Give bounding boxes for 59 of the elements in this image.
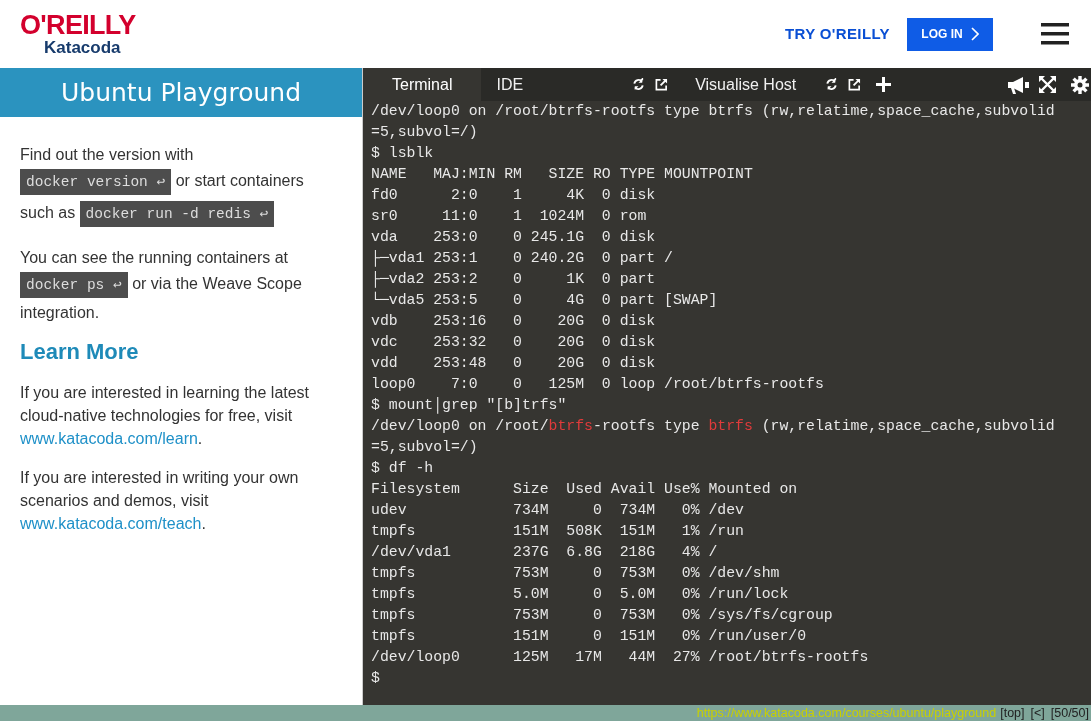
tab[interactable]: IDE — [481, 68, 539, 101]
link[interactable]: www.katacoda.com/teach — [20, 515, 202, 532]
terminal-line: tmpfs 753M 0 753M 0% /dev/shm — [371, 564, 781, 583]
fullscreen-icon[interactable] — [1039, 76, 1056, 93]
add-icon[interactable] — [876, 77, 892, 92]
terminal-line: └─vda5 253:5 0 4G 0 part [SWAP] — [371, 290, 719, 310]
paragraph-text: You can see the running containers at docker ps ↩ or via the Weave Scope integration. — [20, 248, 303, 323]
code-snippet[interactable]: docker run -d redis ↩ — [79, 201, 275, 227]
terminal-line: loop0 7:0 0 125M 0 loop /root/btrfs-rootfs — [371, 375, 825, 394]
login-button[interactable]: LOG IN — [907, 17, 993, 51]
terminal-line: udev 734M 0 734M 0% /dev — [371, 501, 745, 520]
nav-link[interactable]: [<] — [1030, 706, 1045, 720]
external-link-icon[interactable] — [848, 78, 862, 91]
terminal-line: /dev/loop0 125M 17M 44M 27% /root/btrfs-rootfs — [371, 648, 870, 667]
chevron-icon — [970, 27, 979, 41]
nav-link[interactable]: [top] — [1000, 706, 1025, 720]
terminal-line: ├─vda1 253:1 0 240.2G 0 part / — [371, 249, 674, 269]
terminal-line: tmpfs 5.0M 0 5.0M 0% /run/lock — [371, 585, 790, 604]
external-link-icon[interactable] — [655, 78, 669, 91]
terminal-line: $ — [371, 669, 381, 688]
code-snippet[interactable]: docker ps ↩ — [20, 272, 128, 298]
code-snippet[interactable]: docker version ↩ — [20, 169, 172, 195]
paragraph-text: If you are interested in writing your own scenarios and demos, visit www.katacoda.com/teach. — [20, 468, 300, 534]
terminal-line: =5,subvol=/) — [371, 123, 479, 142]
terminal-line: /dev/loop0 on /root/btrfs-rootfs type btrfs (rw,relatime,space_cache,subvolid — [371, 102, 1056, 121]
tab[interactable]: Visualise Host — [680, 68, 812, 101]
terminal-line: $ df -h — [371, 459, 435, 478]
terminal-line: NAME MAJ:MIN RM SIZE RO TYPE MOUNTPOINT — [371, 165, 754, 184]
link[interactable]: www.katacoda.com/learn — [20, 430, 198, 447]
terminal-line: Filesystem Size Used Avail Use% Mounted on — [371, 480, 799, 499]
brand-subtitle: Katacoda — [44, 39, 121, 56]
try-link[interactable]: TRY O'REILLY — [784, 22, 890, 46]
terminal-line: /dev/vda1 237G 6.8G 218G 4% / — [371, 543, 719, 562]
nav-link[interactable]: [50/50] — [1050, 706, 1089, 720]
terminal-line: $ lsblk — [371, 144, 435, 163]
terminal-line: /dev/loop0 on /root/btrfs-rootfs type btrfs (rw,relatime,space_cache,subvolid — [371, 417, 1056, 436]
terminal-line: vdb 253:16 0 20G 0 disk — [371, 312, 657, 331]
terminal-line: vdc 253:32 0 20G 0 disk — [371, 333, 657, 352]
terminal-line: vdd 253:48 0 20G 0 disk — [371, 354, 657, 373]
scenario-title: Ubuntu Playground — [0, 68, 362, 117]
terminal-line: vda 253:0 0 245.1G 0 disk — [371, 228, 657, 247]
paragraph-text: Find out the version with docker version ↩ or start containers such as docker run -d redis ↩ — [20, 143, 326, 230]
terminal-line: tmpfs 151M 0 151M 0% /run/user/0 — [371, 627, 808, 646]
terminal-line: fd0 2:0 1 4K 0 disk — [371, 186, 657, 205]
terminal-line: sr0 11:0 1 1024M 0 rom — [371, 207, 648, 226]
paragraph-text: If you are interested in learning the latest cloud-native technologies for free, visit www.katacoda.com/learn. — [20, 383, 311, 449]
brand-logo[interactable]: O'REILLY — [20, 12, 136, 39]
terminal-line: ├─vda2 253:2 0 1K 0 part — [371, 270, 657, 290]
megaphone-icon[interactable] — [1007, 75, 1029, 94]
terminal-line: tmpfs 753M 0 753M 0% /sys/fs/cgroup — [371, 606, 834, 625]
refresh-icon[interactable] — [825, 78, 839, 91]
terminal-line: tmpfs 151M 508K 151M 1% /run — [371, 522, 745, 541]
terminal-line: =5,subvol=/) — [371, 438, 479, 457]
refresh-icon[interactable] — [632, 78, 646, 91]
terminal-line: $ mount│grep "[b]trfs" — [371, 396, 568, 416]
tab[interactable]: Terminal — [363, 68, 482, 101]
section-heading: Learn More — [20, 340, 140, 363]
menu-icon[interactable] — [1041, 23, 1069, 45]
settings-icon[interactable] — [1071, 75, 1089, 94]
